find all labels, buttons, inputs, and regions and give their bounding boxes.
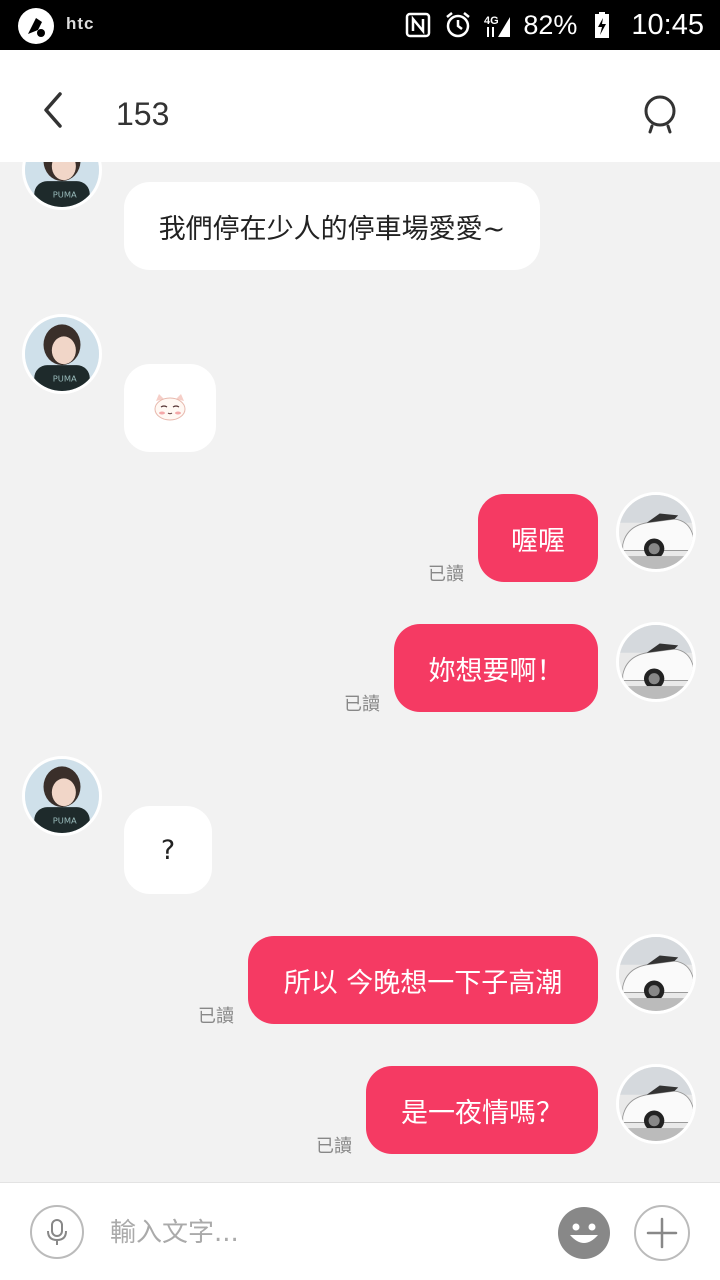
back-button[interactable] (30, 86, 78, 134)
message-bubble-outgoing[interactable]: 喔喔 (478, 494, 598, 582)
emoji-icon (558, 1207, 610, 1259)
status-bar: htc 4G 82% 10:45 (0, 0, 720, 50)
message-bubble-outgoing[interactable]: 妳想要啊！ (394, 624, 598, 712)
message-bubble-incoming[interactable]: 我們停在少人的停車場愛愛~ (124, 182, 540, 270)
chevron-left-icon (44, 92, 62, 128)
contact-avatar[interactable]: PUMA (22, 162, 102, 210)
chat-header: 153 (0, 50, 720, 162)
attach-button[interactable] (634, 1205, 690, 1261)
my-avatar[interactable] (616, 622, 696, 702)
search-button[interactable] (638, 92, 682, 136)
my-avatar[interactable] (616, 1064, 696, 1144)
search-icon (644, 95, 676, 134)
read-status: 已讀 (344, 694, 380, 715)
svg-text:PUMA: PUMA (53, 374, 77, 384)
nfc-icon (403, 10, 433, 40)
read-status: 已讀 (198, 1006, 234, 1027)
input-bar (0, 1182, 720, 1280)
microphone-icon (47, 1219, 67, 1245)
my-avatar[interactable] (616, 492, 696, 572)
battery-percent: 82% (523, 9, 578, 40)
message-list[interactable]: PUMA 我們停在少人的停車場愛愛~ PUMA 已讀 喔喔 已讀 妳想要啊！ P… (0, 162, 720, 1182)
plus-icon (646, 1217, 678, 1249)
svg-text:PUMA: PUMA (53, 190, 77, 200)
chat-title: 153 (116, 96, 170, 132)
contact-avatar[interactable]: PUMA (22, 314, 102, 394)
read-status: 已讀 (428, 564, 464, 585)
message-bubble-incoming[interactable]: ? (124, 806, 212, 894)
emoji-button[interactable] (556, 1205, 612, 1261)
clock: 10:45 (631, 8, 704, 41)
htc-logo-icon (18, 8, 54, 44)
message-bubble-outgoing[interactable]: 是一夜情嗎？ (366, 1066, 598, 1154)
voice-button[interactable] (30, 1205, 84, 1259)
brand-label: htc (66, 14, 95, 33)
battery-charging-icon (587, 10, 617, 40)
message-bubble-sticker[interactable] (124, 364, 216, 452)
my-avatar[interactable] (616, 934, 696, 1014)
contact-avatar[interactable]: PUMA (22, 756, 102, 836)
message-bubble-outgoing[interactable]: 所以 今晚想一下子高潮 (248, 936, 598, 1024)
message-input[interactable] (110, 1213, 530, 1253)
4g-signal-icon: 4G (483, 10, 513, 40)
read-status: 已讀 (316, 1136, 352, 1157)
alarm-icon (443, 10, 473, 40)
svg-text:4G: 4G (484, 15, 499, 27)
cat-sticker-icon (154, 394, 186, 421)
svg-text:PUMA: PUMA (53, 816, 77, 826)
